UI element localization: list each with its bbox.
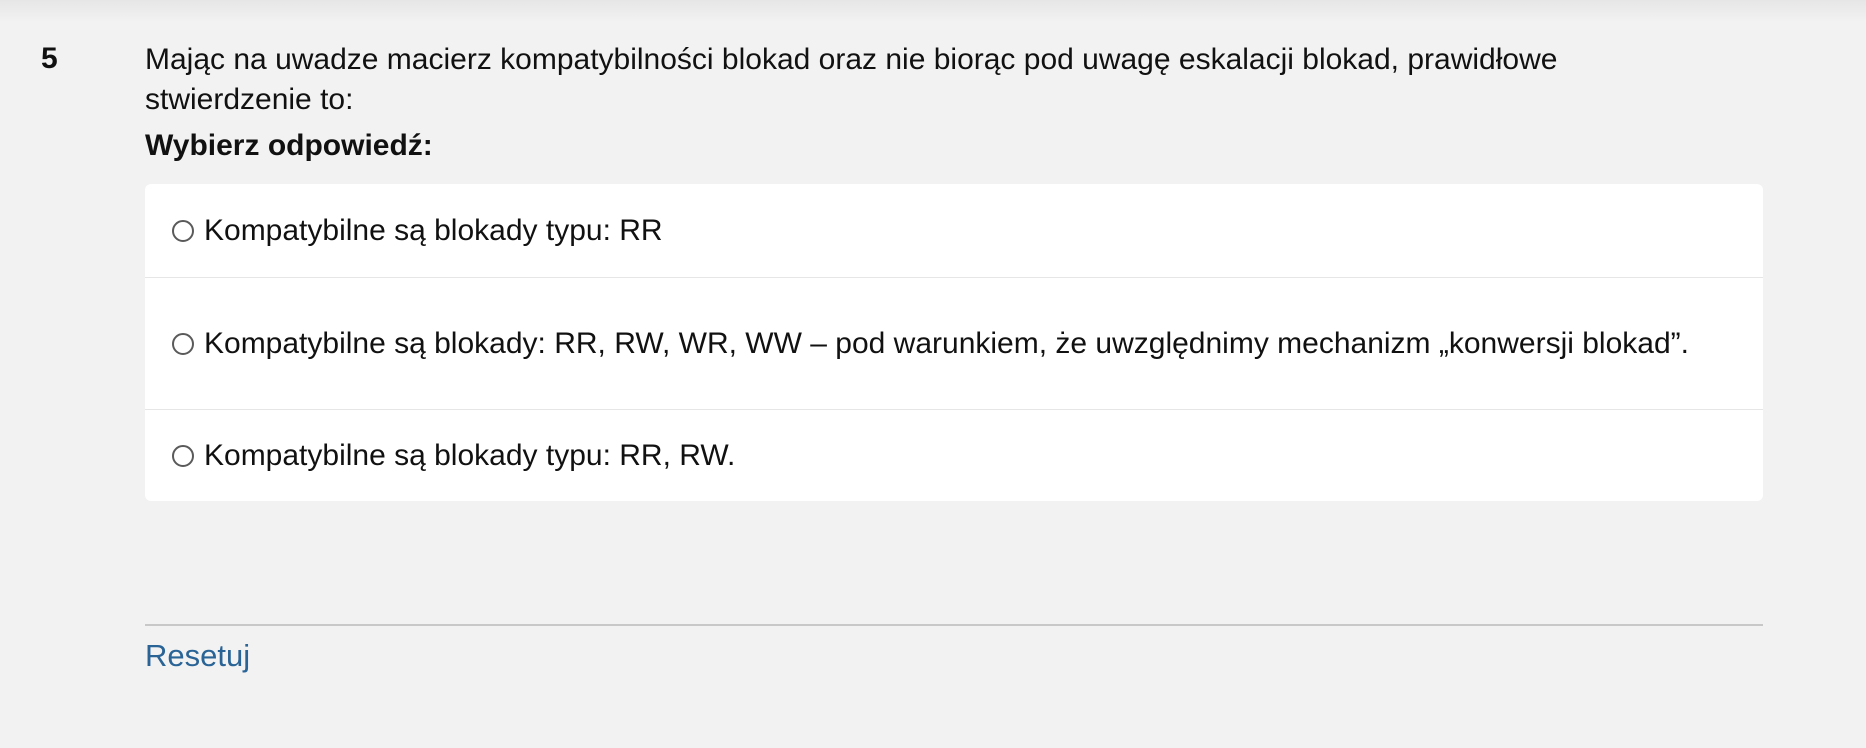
answer-list: Kompatybilne są blokady typu: RR Kompaty… xyxy=(145,184,1763,501)
divider xyxy=(145,624,1763,626)
answer-prompt: Wybierz odpowiedź: xyxy=(145,129,433,162)
top-shadow xyxy=(0,0,1866,22)
question-text: Mając na uwadze macierz kompatybilności … xyxy=(145,43,1558,116)
answer-option-3[interactable]: Kompatybilne są blokady typu: RR, RW. xyxy=(145,409,1763,501)
question-number: 5 xyxy=(41,42,58,75)
radio-button-1[interactable] xyxy=(172,219,194,242)
answer-option-2[interactable]: Kompatybilne są blokady: RR, RW, WR, WW … xyxy=(145,277,1763,409)
question-body: Mając na uwadze macierz kompatybilności … xyxy=(145,40,1763,501)
answer-option-1[interactable]: Kompatybilne są blokady typu: RR xyxy=(145,184,1763,277)
radio-button-2[interactable] xyxy=(172,332,194,355)
answer-label-2[interactable]: Kompatybilne są blokady: RR, RW, WR, WW … xyxy=(204,324,1689,364)
reset-link[interactable]: Resetuj xyxy=(145,636,250,676)
answer-label-1[interactable]: Kompatybilne są blokady typu: RR xyxy=(204,211,663,251)
answer-label-3[interactable]: Kompatybilne są blokady typu: RR, RW. xyxy=(204,436,735,476)
radio-button-3[interactable] xyxy=(172,444,194,467)
